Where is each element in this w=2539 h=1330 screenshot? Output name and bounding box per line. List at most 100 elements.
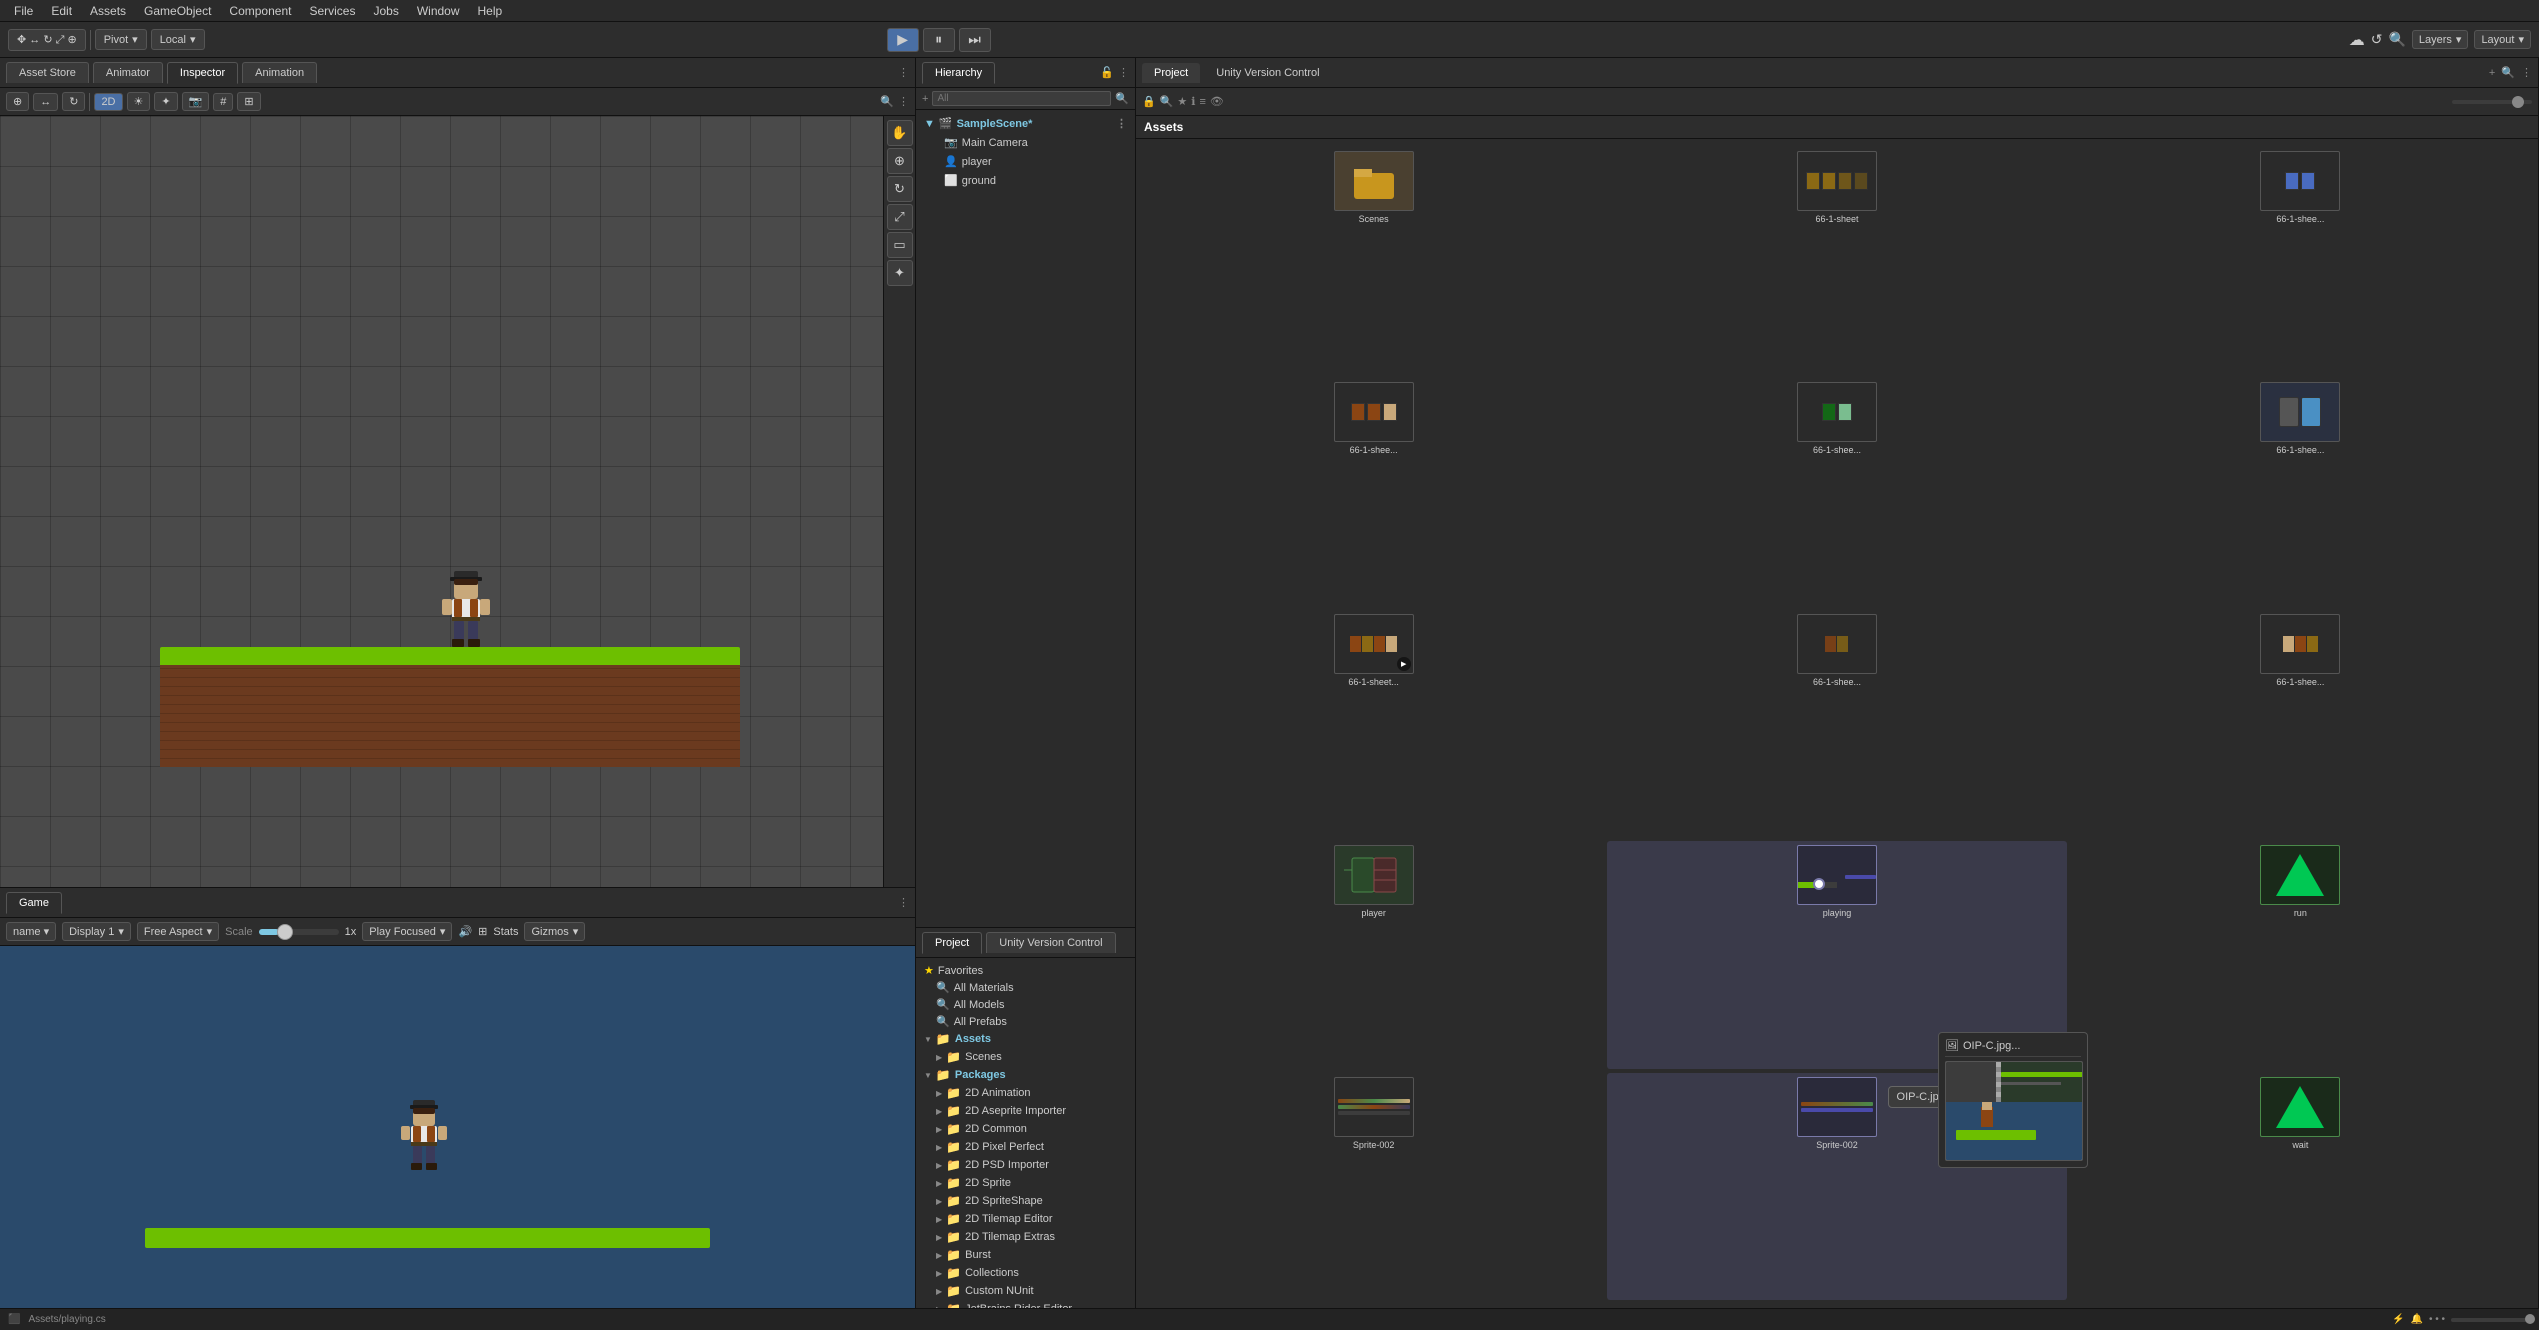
- hierarchy-scene[interactable]: ▼ 🎬 SampleScene* ⋮: [916, 114, 1135, 133]
- tab-animator[interactable]: Animator: [93, 62, 163, 83]
- scale-tool[interactable]: ⤢: [887, 204, 913, 230]
- stats-label[interactable]: Stats: [493, 926, 518, 938]
- tab-project-assets[interactable]: Project: [1142, 63, 1200, 83]
- scene-grid-toggle[interactable]: #: [213, 93, 233, 111]
- scene-tool-2[interactable]: ↔: [33, 93, 58, 111]
- tree-2d-tilemap-editor[interactable]: ▶ 📁 2D Tilemap Editor: [916, 1210, 1135, 1228]
- layout-dropdown[interactable]: Layout ▾: [2474, 30, 2531, 49]
- audio-icon[interactable]: 🔊: [458, 925, 472, 938]
- game-content[interactable]: [0, 946, 915, 1308]
- tree-2d-animation[interactable]: ▶ 📁 2D Animation: [916, 1084, 1135, 1102]
- menu-gameobject[interactable]: GameObject: [136, 2, 219, 20]
- assets-eye-icon[interactable]: 👁: [1210, 95, 1224, 108]
- assets-add-icon[interactable]: +: [2489, 67, 2495, 79]
- hierarchy-player[interactable]: 👤 player: [916, 152, 1135, 171]
- menu-help[interactable]: Help: [470, 2, 511, 20]
- tab-version-control[interactable]: Unity Version Control: [986, 932, 1115, 953]
- tree-all-materials[interactable]: 🔍 All Materials: [916, 979, 1135, 996]
- scene-search-icon[interactable]: 🔍: [880, 95, 894, 108]
- hierarchy-main-camera[interactable]: 📷 Main Camera: [916, 133, 1135, 152]
- display-dropdown[interactable]: Display 1 ▾: [62, 922, 131, 941]
- hierarchy-search-input[interactable]: [932, 91, 1111, 106]
- asset-sprite-2[interactable]: 66-1-shee...: [2071, 147, 2530, 374]
- asset-sprite-4[interactable]: 66-1-shee...: [1607, 378, 2066, 605]
- tree-2d-aseprite[interactable]: ▶ 📁 2D Aseprite Importer: [916, 1102, 1135, 1120]
- hierarchy-add-icon[interactable]: +: [922, 93, 928, 105]
- tab-vc[interactable]: Unity Version Control: [1204, 63, 1331, 83]
- rotate-tool[interactable]: ↻: [887, 176, 913, 202]
- undo-icon[interactable]: ↺: [2371, 31, 2383, 48]
- scene-fx-toggle[interactable]: ✦: [154, 92, 177, 111]
- asset-sprite-3[interactable]: 66-1-shee...: [1144, 378, 1603, 605]
- menu-services[interactable]: Services: [301, 2, 363, 20]
- gizmos-dropdown[interactable]: Gizmos ▾: [524, 922, 585, 941]
- tree-2d-tilemap-extras[interactable]: ▶ 📁 2D Tilemap Extras: [916, 1228, 1135, 1246]
- scene-tool-1[interactable]: ⊕: [6, 92, 29, 111]
- tab-project[interactable]: Project: [922, 932, 982, 954]
- play-focused-dropdown[interactable]: Play Focused ▾: [362, 922, 452, 941]
- tree-scenes[interactable]: ▶ 📁 Scenes: [916, 1048, 1135, 1066]
- game-tab-options[interactable]: ⋮: [898, 896, 909, 909]
- tab-hierarchy[interactable]: Hierarchy: [922, 62, 995, 84]
- tab-animation[interactable]: Animation: [242, 62, 317, 83]
- search-icon[interactable]: 🔍: [2388, 31, 2405, 48]
- transform-tool[interactable]: ✦: [887, 260, 913, 286]
- menu-jobs[interactable]: Jobs: [365, 2, 406, 20]
- tree-burst[interactable]: ▶ 📁 Burst: [916, 1246, 1135, 1264]
- tab-asset-store[interactable]: Asset Store: [6, 62, 89, 83]
- asset-player-script[interactable]: player: [1144, 841, 1603, 1068]
- asset-sprite-5[interactable]: 66-1-shee...: [2071, 378, 2530, 605]
- menu-file[interactable]: File: [6, 2, 41, 20]
- menu-assets[interactable]: Assets: [82, 2, 134, 20]
- status-icon-1[interactable]: ⚡: [2392, 1314, 2404, 1325]
- cloud-icon[interactable]: ☁: [2349, 30, 2365, 50]
- scene-2d-toggle[interactable]: 2D: [94, 93, 122, 111]
- play-button[interactable]: ▶: [887, 28, 919, 52]
- step-button[interactable]: ⏭: [959, 28, 991, 52]
- assets-size-slider[interactable]: [2452, 100, 2532, 104]
- assets-options-icon[interactable]: ⋮: [2521, 66, 2532, 79]
- scale-slider[interactable]: [259, 929, 339, 935]
- tree-2d-spriteshape[interactable]: ▶ 📁 2D SpriteShape: [916, 1192, 1135, 1210]
- tree-collections[interactable]: ▶ 📁 Collections: [916, 1264, 1135, 1282]
- tree-all-prefabs[interactable]: 🔍 All Prefabs: [916, 1013, 1135, 1030]
- rect-tool[interactable]: ▭: [887, 232, 913, 258]
- hierarchy-ground[interactable]: ⬜ ground: [916, 171, 1135, 190]
- asset-sprite-7[interactable]: 66-1-shee...: [1607, 610, 2066, 837]
- status-slider[interactable]: [2451, 1318, 2531, 1322]
- hierarchy-lock-icon[interactable]: 🔓: [1100, 66, 1114, 79]
- pivot-toggle[interactable]: Pivot ▾: [95, 29, 147, 50]
- menu-window[interactable]: Window: [409, 2, 468, 20]
- assets-filter-icon[interactable]: ≡: [1199, 96, 1205, 108]
- tree-custom-nunit[interactable]: ▶ 📁 Custom NUnit: [916, 1282, 1135, 1300]
- asset-sprite-6[interactable]: ▶ 66-1-sheet...: [1144, 610, 1603, 837]
- menu-component[interactable]: Component: [221, 2, 299, 20]
- scene-settings-icon[interactable]: ⋮: [898, 95, 909, 108]
- tab-inspector-top[interactable]: Inspector: [167, 62, 238, 84]
- scene-tab-options[interactable]: ⋮: [898, 66, 909, 79]
- hierarchy-options-icon[interactable]: ⋮: [1118, 66, 1129, 79]
- tree-2d-sprite[interactable]: ▶ 📁 2D Sprite: [916, 1174, 1135, 1192]
- scene-light-toggle[interactable]: ☀: [127, 92, 151, 111]
- assets-info-icon[interactable]: ℹ: [1191, 95, 1195, 108]
- move-tool[interactable]: ⊕: [887, 148, 913, 174]
- scene-cam-toggle[interactable]: 📷: [182, 92, 210, 111]
- file-popup[interactable]: 🖼 OIP-C.jpg...: [1938, 1032, 2088, 1168]
- asset-sprite-1[interactable]: 66-1-sheet: [1607, 147, 2066, 374]
- assets-lock-icon[interactable]: 🔒: [1142, 95, 1156, 108]
- asset-scenes-folder[interactable]: Scenes: [1144, 147, 1603, 374]
- tree-packages[interactable]: ▼ 📁 Packages: [916, 1066, 1135, 1084]
- assets-search-btn[interactable]: 🔍: [1160, 95, 1174, 108]
- game-name-dropdown[interactable]: name ▾: [6, 922, 56, 941]
- tree-2d-psd-importer[interactable]: ▶ 📁 2D PSD Importer: [916, 1156, 1135, 1174]
- hierarchy-search-icon[interactable]: 🔍: [1115, 92, 1129, 105]
- scene-content[interactable]: ✋ ⊕ ↻ ⤢ ▭ ✦: [0, 116, 915, 887]
- tab-game[interactable]: Game: [6, 892, 62, 914]
- tree-2d-common[interactable]: ▶ 📁 2D Common: [916, 1120, 1135, 1138]
- tree-jetbrains[interactable]: ▶ 📁 JetBrains Rider Editor: [916, 1300, 1135, 1308]
- scene-tool-3[interactable]: ↻: [62, 92, 85, 111]
- toolbar-transform-tools[interactable]: ✥ ↔ ↻ ⤢ ⊕: [8, 29, 86, 51]
- tree-favorites[interactable]: ★ Favorites: [916, 962, 1135, 979]
- asset-sprite-002[interactable]: Sprite-002: [1144, 1073, 1603, 1300]
- assets-star-icon[interactable]: ★: [1177, 95, 1187, 108]
